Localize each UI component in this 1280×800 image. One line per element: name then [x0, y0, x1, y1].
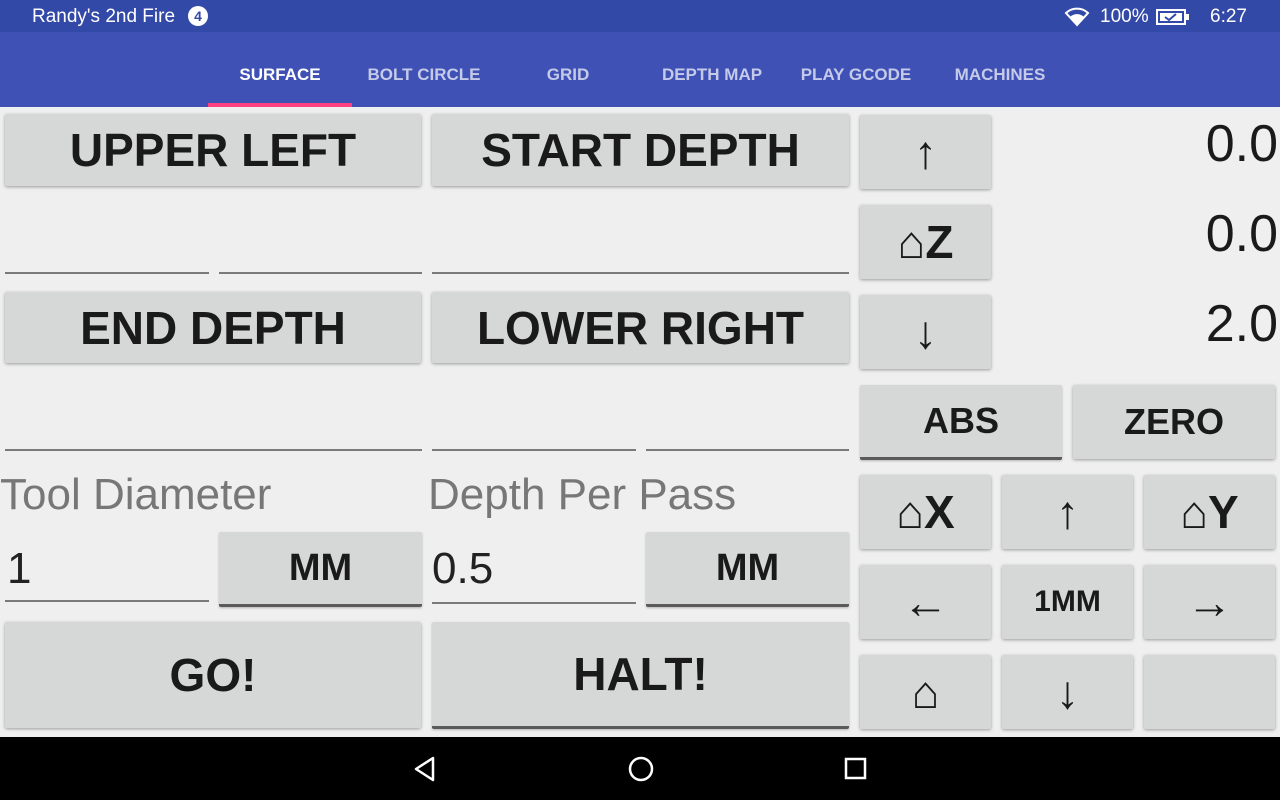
- home-icon[interactable]: [627, 755, 655, 783]
- upper-left-y-field[interactable]: [219, 206, 422, 274]
- depth-per-pass-input[interactable]: 0.5: [432, 536, 636, 604]
- status-bar: Randy's 2nd Fire 4 100% 6:27: [0, 0, 1280, 32]
- lower-right-x-field[interactable]: [432, 383, 636, 451]
- halt-button[interactable]: HALT!: [432, 622, 849, 729]
- lower-right-y-field[interactable]: [646, 383, 849, 451]
- z-up-button[interactable]: ↑: [860, 115, 991, 189]
- y-down-button[interactable]: ↓: [1002, 655, 1133, 729]
- active-tab-indicator: [208, 103, 352, 107]
- end-depth-field[interactable]: [5, 383, 422, 451]
- y-position-readout: 0.0: [1205, 205, 1278, 263]
- lower-right-button[interactable]: LOWER RIGHT: [432, 292, 849, 363]
- tab-play-gcode[interactable]: PLAY GCODE: [784, 32, 928, 107]
- tab-surface[interactable]: SURFACE: [208, 32, 352, 107]
- depth-per-pass-label: Depth Per Pass: [428, 470, 737, 519]
- battery-icon: [1156, 9, 1190, 30]
- tab-bar: SURFACE BOLT CIRCLE GRID DEPTH MAP PLAY …: [0, 32, 1280, 107]
- home-x-button[interactable]: ⌂X: [860, 475, 991, 549]
- tab-bolt-circle[interactable]: BOLT CIRCLE: [352, 32, 496, 107]
- device-name: Randy's 2nd Fire: [32, 6, 176, 27]
- start-depth-button[interactable]: START DEPTH: [432, 114, 849, 186]
- go-button[interactable]: GO!: [5, 622, 421, 728]
- back-icon[interactable]: [412, 755, 438, 783]
- wifi-icon: [1064, 5, 1090, 32]
- start-depth-field[interactable]: [432, 206, 849, 274]
- x-left-button[interactable]: ←: [860, 565, 991, 639]
- abs-toggle[interactable]: ABS: [860, 385, 1062, 460]
- upper-left-x-field[interactable]: [5, 206, 209, 274]
- home-y-button[interactable]: ⌂Y: [1144, 475, 1275, 549]
- navigation-bar: [0, 737, 1280, 800]
- battery-percent: 100%: [1100, 6, 1149, 27]
- tab-depth-map[interactable]: DEPTH MAP: [640, 32, 784, 107]
- home-all-button[interactable]: ⌂: [860, 655, 991, 729]
- x-right-button[interactable]: →: [1144, 565, 1275, 639]
- depth-per-pass-unit-toggle[interactable]: MM: [646, 532, 849, 607]
- step-size-button[interactable]: 1MM: [1002, 565, 1133, 639]
- tool-diameter-input[interactable]: 1: [5, 536, 209, 602]
- recents-icon[interactable]: [844, 757, 868, 781]
- end-depth-button[interactable]: END DEPTH: [5, 292, 421, 363]
- tool-diameter-label: Tool Diameter: [0, 470, 272, 519]
- home-z-button[interactable]: ⌂Z: [860, 205, 991, 279]
- zero-button[interactable]: ZERO: [1073, 385, 1275, 459]
- tab-machines[interactable]: MACHINES: [928, 32, 1072, 107]
- clock: 6:27: [1210, 6, 1247, 27]
- notification-badge: 4: [188, 6, 208, 26]
- upper-left-button[interactable]: UPPER LEFT: [5, 114, 421, 186]
- z-down-button[interactable]: ↓: [860, 295, 991, 369]
- y-up-button[interactable]: ↑: [1002, 475, 1133, 549]
- tool-diameter-unit-toggle[interactable]: MM: [219, 532, 422, 607]
- z-position-readout: 2.0: [1205, 295, 1278, 353]
- blank-button[interactable]: [1144, 655, 1275, 729]
- x-position-readout: 0.0: [1205, 115, 1278, 173]
- tab-grid[interactable]: GRID: [496, 32, 640, 107]
